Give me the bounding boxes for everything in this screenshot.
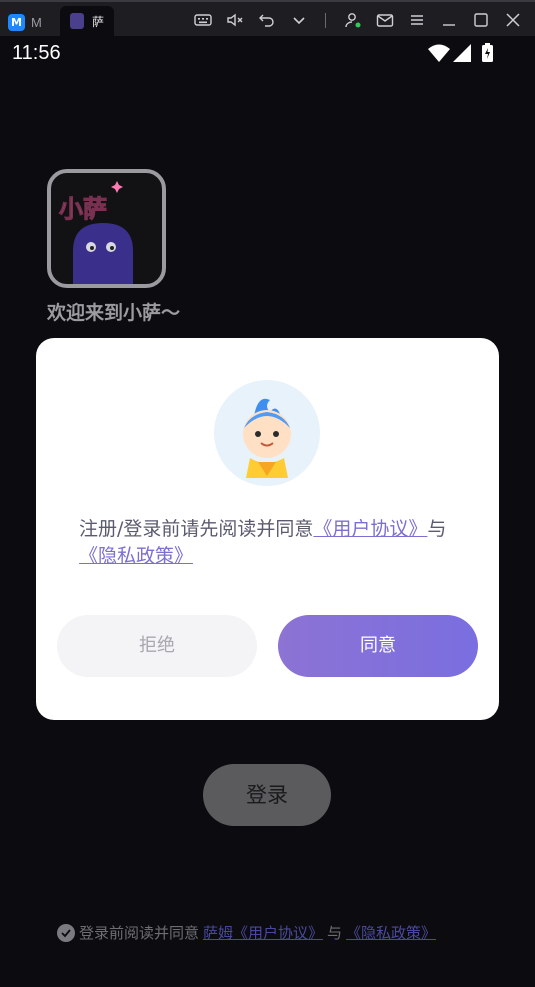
tab-current[interactable]: 萨 — [60, 6, 114, 36]
undo-icon[interactable] — [257, 10, 277, 30]
consent-text: 注册/登录前请先阅读并同意《用户协议》与《隐私政策》 — [79, 516, 459, 570]
app-thumbnail-icon — [70, 13, 84, 29]
app-logo-icon: M — [8, 13, 25, 31]
consent-prefix: 注册/登录前请先阅读并同意 — [79, 518, 314, 540]
agree-button[interactable]: 同意 — [278, 615, 478, 677]
login-button[interactable]: 登录 — [203, 764, 331, 826]
mail-icon[interactable] — [375, 10, 395, 30]
logo-text: 小萨 — [59, 195, 107, 223]
signal-icon — [453, 44, 471, 62]
consent-dialog: 注册/登录前请先阅读并同意《用户协议》与《隐私政策》 拒绝 同意 — [36, 338, 499, 720]
welcome-text: 欢迎来到小萨～ — [47, 302, 181, 324]
user-agreement-link[interactable]: 《用户协议》 — [313, 518, 427, 540]
minimize-icon[interactable] — [439, 10, 459, 30]
privacy-policy-link-bottom[interactable]: 《隐私政策》 — [346, 922, 436, 943]
mascot-avatar — [214, 380, 320, 486]
battery-charging-icon — [482, 43, 493, 62]
status-time: 11:56 — [12, 42, 61, 64]
bottom-agreement: 登录前阅读并同意 萨姆《用户协议》 与 《隐私政策》 — [57, 922, 497, 943]
keyboard-icon[interactable] — [193, 10, 213, 30]
close-icon[interactable] — [503, 10, 523, 30]
maximize-icon[interactable] — [471, 10, 491, 30]
tab-label-active: 萨 — [92, 14, 105, 29]
account-icon[interactable] — [343, 10, 363, 30]
checkbox-icon[interactable] — [57, 923, 75, 942]
status-icons — [427, 42, 497, 64]
volume-mute-icon[interactable] — [225, 10, 245, 30]
tab-label: M — [31, 14, 42, 30]
privacy-policy-link[interactable]: 《隐私政策》 — [79, 545, 193, 567]
agreement-mid: 与 — [327, 924, 343, 942]
wifi-icon — [428, 44, 450, 62]
toolbar-divider — [325, 13, 326, 28]
consent-mid: 与 — [427, 518, 447, 540]
menu-icon[interactable] — [407, 10, 427, 30]
user-agreement-link-bottom[interactable]: 萨姆《用户协议》 — [203, 922, 323, 943]
agreement-prefix: 登录前阅读并同意 — [79, 924, 200, 942]
emulator-toolbar: M M 萨 — [0, 0, 535, 36]
chevron-down-icon[interactable] — [289, 10, 309, 30]
tab-app[interactable]: M M — [8, 8, 58, 36]
reject-button[interactable]: 拒绝 — [57, 615, 257, 677]
app-logo: 小萨 — [47, 169, 166, 288]
